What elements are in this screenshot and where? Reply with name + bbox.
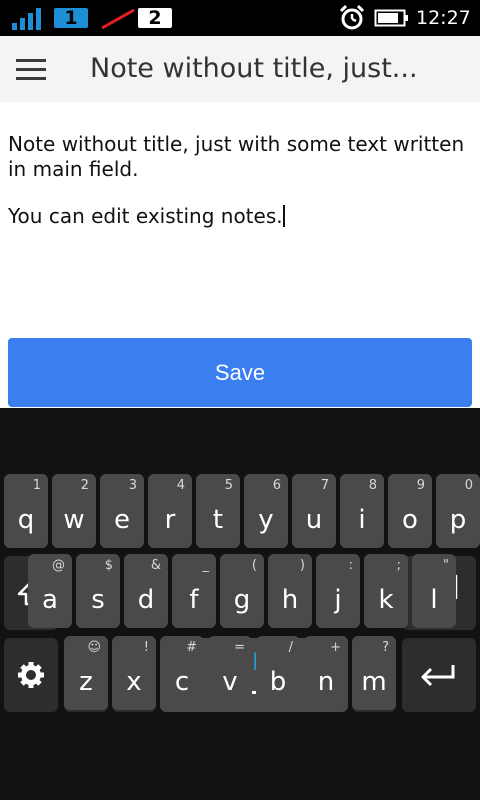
key-label: j — [334, 585, 342, 615]
key-label: k — [378, 585, 394, 615]
alarm-icon — [338, 0, 366, 36]
key-label: b — [269, 667, 287, 697]
key-hint: 8 — [368, 478, 377, 493]
key-z[interactable]: ☺ z — [64, 636, 108, 710]
note-line-1: Note without title, just with some text … — [8, 132, 465, 181]
note-line-2: You can edit existing notes. — [8, 204, 285, 228]
key-label: s — [91, 585, 105, 615]
key-d[interactable]: & d — [124, 554, 168, 628]
key-hint: 4 — [176, 478, 185, 493]
key-hint: _ — [202, 558, 210, 573]
key-label: w — [63, 505, 85, 535]
menu-icon[interactable] — [8, 46, 54, 92]
text-caret — [282, 205, 285, 227]
key-r[interactable]: 4r — [148, 474, 192, 548]
key-label: x — [126, 667, 142, 697]
key-label: c — [174, 667, 190, 697]
key-o[interactable]: 9o — [388, 474, 432, 548]
key-b[interactable]: / b — [256, 636, 300, 710]
key-label: o — [402, 505, 418, 535]
settings-key[interactable] — [4, 638, 58, 712]
key-t[interactable]: 5t — [196, 474, 240, 548]
key-hint: 7 — [320, 478, 329, 493]
key-hint: = — [234, 640, 245, 655]
key-hint: : — [348, 558, 353, 573]
key-hint: 2 — [80, 478, 89, 493]
note-text-field[interactable]: Note without title, just with some text … — [8, 132, 472, 229]
key-label: v — [222, 667, 238, 697]
key-h[interactable]: ) h — [268, 554, 312, 628]
battery-icon — [374, 0, 410, 36]
page-title: Note without title, just... — [90, 53, 418, 84]
key-label: m — [361, 667, 387, 697]
key-k[interactable]: ; k — [364, 554, 408, 628]
key-label: f — [189, 585, 199, 615]
key-hint: 5 — [224, 478, 233, 493]
key-label: u — [305, 505, 323, 535]
save-button[interactable]: Save — [8, 338, 472, 407]
key-hint: ? — [382, 640, 389, 655]
key-j[interactable]: :j — [316, 554, 360, 628]
key-label: y — [258, 505, 274, 535]
key-hint: 3 — [128, 478, 137, 493]
key-label: p — [449, 505, 467, 535]
key-p[interactable]: 0p — [436, 474, 480, 548]
key-y[interactable]: 6y — [244, 474, 288, 548]
key-label: d — [137, 585, 155, 615]
key-g[interactable]: (g — [220, 554, 264, 628]
key-v[interactable]: = v — [208, 636, 252, 710]
key-u[interactable]: 7u — [292, 474, 336, 548]
key-x[interactable]: ! x — [112, 636, 156, 710]
key-hint: @ — [52, 558, 65, 573]
key-n[interactable]: + n — [304, 636, 348, 710]
enter-key[interactable] — [402, 638, 476, 712]
no-signal-icon — [100, 0, 136, 36]
key-hint: $ — [104, 558, 113, 573]
app-bar: Note without title, just... — [0, 36, 480, 102]
status-bar: 1 2 12:27 — [0, 0, 480, 36]
key-hint: " — [443, 558, 449, 573]
key-label: q — [17, 505, 35, 535]
clock: 12:27 — [416, 7, 471, 29]
key-f[interactable]: _ f — [172, 554, 216, 628]
key-label: i — [358, 505, 366, 535]
key-label: l — [430, 585, 438, 615]
key-i[interactable]: 8i — [340, 474, 384, 548]
key-a[interactable]: @ a — [28, 554, 72, 628]
key-c[interactable]: # c — [160, 636, 204, 710]
key-hint: 0 — [464, 478, 473, 493]
key-hint: # — [186, 640, 197, 655]
key-hint: 9 — [416, 478, 425, 493]
key-hint: ) — [299, 558, 305, 573]
key-s[interactable]: $ s — [76, 554, 120, 628]
key-label: t — [212, 505, 224, 535]
key-label: e — [114, 505, 130, 535]
key-label: a — [42, 585, 58, 615]
signal-icon — [12, 0, 48, 36]
key-label: r — [164, 505, 176, 535]
key-hint: ☺ — [87, 640, 101, 655]
key-label: h — [281, 585, 299, 615]
key-e[interactable]: 3e — [100, 474, 144, 548]
sim2-badge: 2 — [138, 8, 172, 28]
key-hint: ; — [396, 558, 401, 573]
gear-icon — [4, 638, 58, 712]
key-hint: & — [150, 558, 161, 573]
sim1-badge: 1 — [54, 8, 88, 28]
key-label: z — [79, 667, 93, 697]
key-q[interactable]: 1q — [4, 474, 48, 548]
key-hint: ( — [251, 558, 257, 573]
key-hint: ! — [143, 640, 149, 655]
key-w[interactable]: 2w — [52, 474, 96, 548]
key-hint: + — [330, 640, 341, 655]
key-m[interactable]: ? m — [352, 636, 396, 710]
key-label: g — [233, 585, 251, 615]
key-l[interactable]: " l — [412, 554, 456, 628]
key-hint: 1 — [32, 478, 41, 493]
key-hint: / — [288, 640, 293, 655]
key-label: n — [317, 667, 335, 697]
enter-icon — [402, 638, 476, 712]
key-hint: 6 — [272, 478, 281, 493]
keyboard: 123 +!= - , EN ' . 1q2w3e4r5t6y7u8i9o0p@… — [0, 408, 480, 800]
